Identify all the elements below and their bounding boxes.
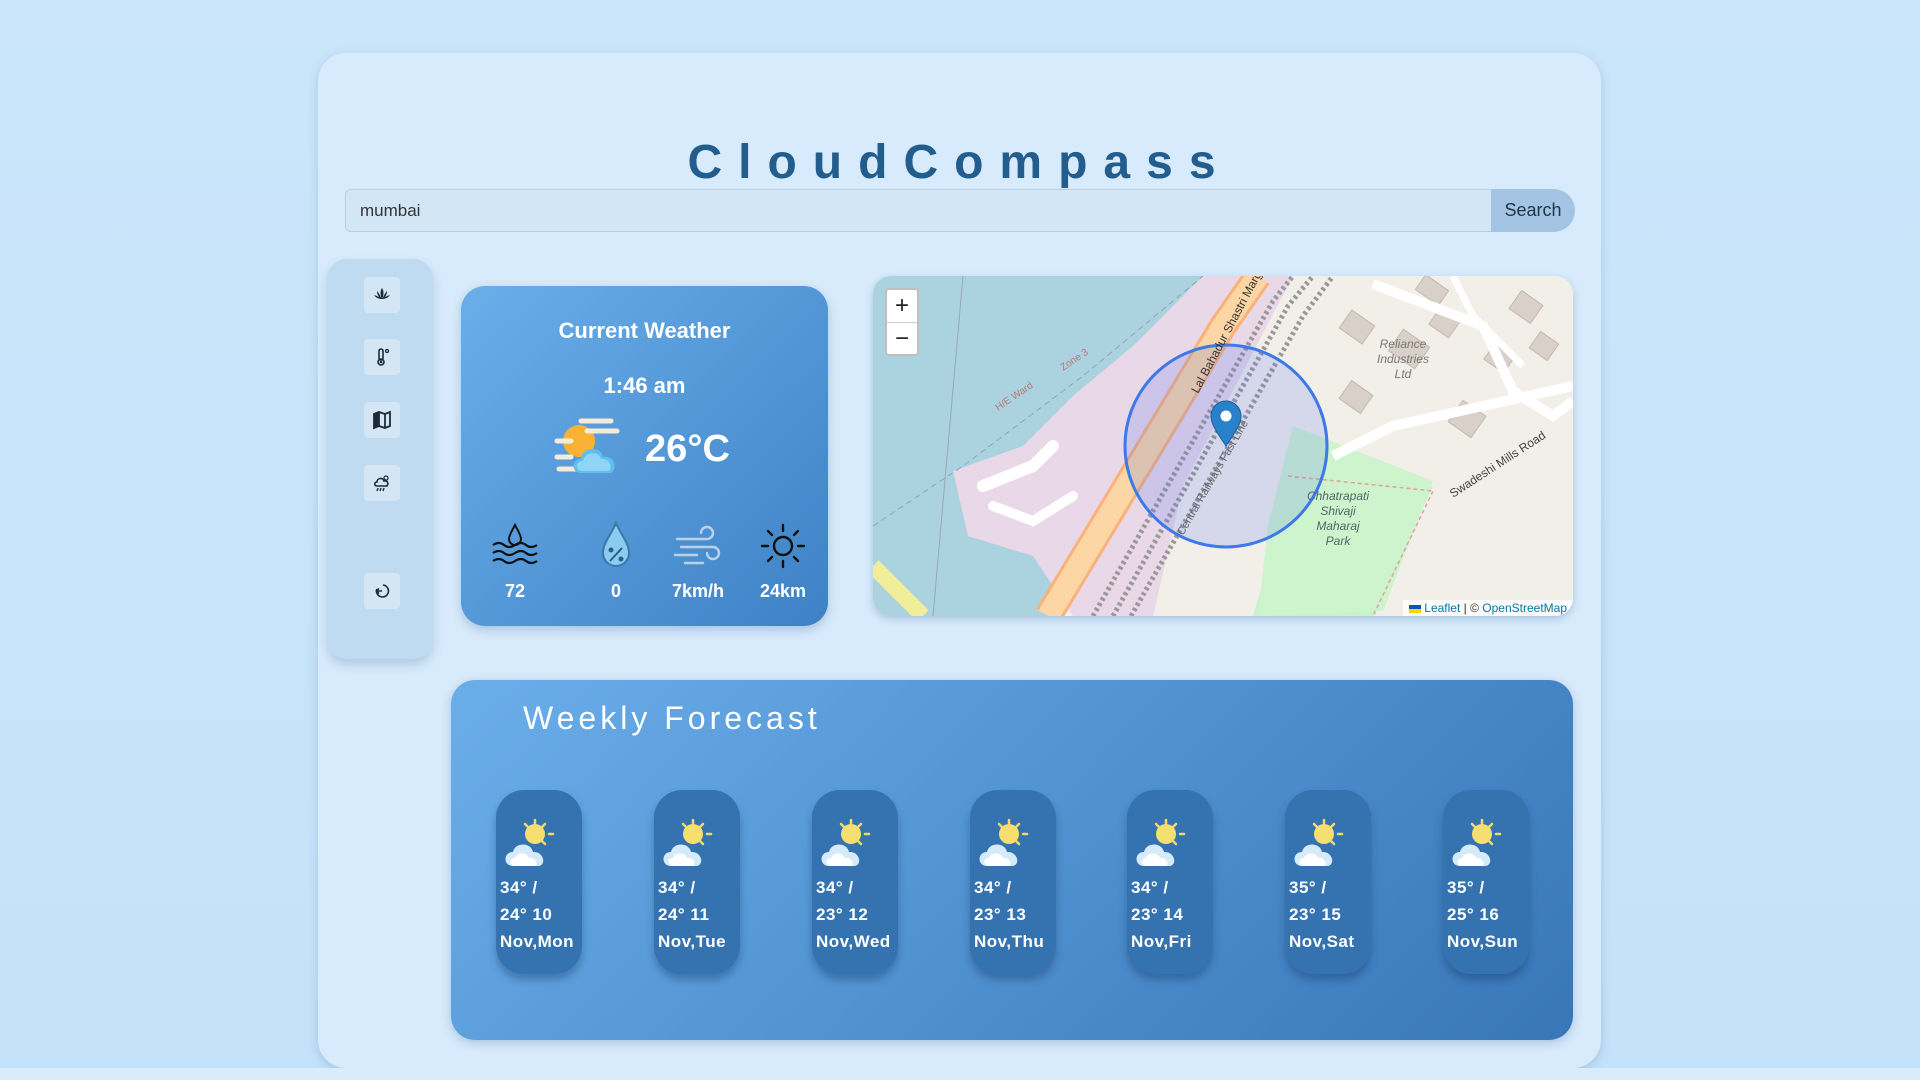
partly-cloudy-icon [1136, 818, 1186, 866]
forecast-low-date: 24° 10 [500, 905, 553, 924]
forecast-temps: 34° / [816, 878, 854, 897]
search-input[interactable] [345, 189, 1492, 232]
wind-stat: 7km/h [658, 521, 738, 602]
forecast-day-text: 34° / 23° 12 Nov,Wed [816, 874, 891, 955]
current-weather-title: Current Weather [558, 318, 731, 343]
forecast-day-card: 35° / 23° 15 Nov,Sat [1285, 790, 1371, 974]
map-tiles: Lal Bahadur Shastri Marg Central Railway… [873, 276, 1573, 616]
forecast-low-date: 23° 15 [1289, 905, 1342, 924]
forecast-day-text: 35° / 25° 16 Nov,Sun [1447, 874, 1518, 955]
forecast-day-name: Nov,Sun [1447, 932, 1519, 951]
current-time: 1:46 am [603, 373, 686, 398]
map-zoom-control: + − [885, 288, 919, 356]
wind-icon [673, 525, 721, 565]
humidity-stat: 72 [475, 521, 555, 602]
forecast-day-card: 34° / 23° 12 Nov,Wed [812, 790, 898, 974]
forecast-low-date: 23° 12 [816, 905, 869, 924]
map-attribution: Leaflet | © OpenStreetMap [1403, 600, 1573, 616]
forecast-day-card: 34° / 24° 10 Nov,Mon [496, 790, 582, 974]
page-bottom-strip [0, 1068, 1920, 1080]
partly-cloudy-icon [505, 818, 555, 866]
partly-cloudy-icon [979, 818, 1029, 866]
map-icon[interactable] [364, 402, 400, 438]
forecast-day-text: 34° / 23° 14 Nov,Fri [1131, 874, 1192, 955]
osm-link[interactable]: OpenStreetMap [1482, 601, 1567, 615]
ukraine-flag-icon [1409, 604, 1422, 613]
current-weather-card: Current Weather 1:46 am 26°C 72 0 7km/h … [461, 286, 828, 626]
forecast-day-name: Nov,Mon [500, 932, 575, 951]
visibility-stat: 24km [743, 521, 823, 602]
main-card: CloudCompass Search Current Weather 1:46… [318, 53, 1601, 1068]
zoom-out-button[interactable]: − [887, 322, 917, 354]
partly-cloudy-icon [1294, 818, 1344, 866]
forecast-low-date: 23° 14 [1131, 905, 1184, 924]
forecast-day-card: 34° / 23° 13 Nov,Thu [970, 790, 1056, 974]
current-temperature: 26°C [645, 428, 730, 470]
location-map[interactable]: Lal Bahadur Shastri Marg Central Railway… [873, 276, 1573, 616]
visibility-sun-icon [760, 523, 806, 569]
forecast-day-card: 35° / 25° 16 Nov,Sun [1443, 790, 1529, 974]
forecast-temps: 34° / [658, 878, 696, 897]
forecast-temps: 35° / [1289, 878, 1327, 897]
partly-cloudy-icon [663, 818, 713, 866]
forecast-low-date: 25° 16 [1447, 905, 1500, 924]
lotus-icon[interactable] [364, 277, 400, 313]
wind-value: 7km/h [671, 581, 725, 601]
humidity-value: 72 [504, 581, 526, 601]
forecast-temps: 34° / [1131, 878, 1169, 897]
zoom-in-button[interactable]: + [887, 290, 917, 322]
storm-cloud-icon[interactable] [364, 465, 400, 501]
search-button[interactable]: Search [1491, 189, 1575, 232]
attribution-separator: | © [1460, 601, 1483, 615]
forecast-day-card: 34° / 24° 11 Nov,Tue [654, 790, 740, 974]
logout-icon[interactable] [364, 573, 400, 609]
visibility-value: 24km [759, 581, 807, 601]
forecast-day-text: 34° / 24° 11 Nov,Tue [658, 874, 726, 955]
precipitation-value: 0 [610, 581, 621, 601]
partly-cloudy-icon [554, 418, 620, 473]
partly-cloudy-icon [1452, 818, 1502, 866]
forecast-day-card: 34° / 23° 14 Nov,Fri [1127, 790, 1213, 974]
precipitation-icon [601, 521, 631, 567]
forecast-day-name: Nov,Tue [658, 932, 727, 951]
forecast-temps: 35° / [1447, 878, 1485, 897]
precipitation-stat: 0 [576, 521, 656, 602]
forecast-day-name: Nov,Thu [974, 932, 1045, 951]
forecast-temps: 34° / [974, 878, 1012, 897]
sidebar [327, 259, 433, 659]
thermometer-icon[interactable] [364, 339, 400, 375]
forecast-day-text: 34° / 23° 13 Nov,Thu [974, 874, 1044, 955]
leaflet-link[interactable]: Leaflet [1424, 601, 1460, 615]
forecast-day-name: Nov,Fri [1131, 932, 1192, 951]
weekly-forecast-title: Weekly Forecast [523, 700, 821, 736]
weekly-forecast-panel: Weekly Forecast 34° / 24° 10 Nov,Mon 34° / 2… [451, 680, 1573, 1040]
app-title: CloudCompass [687, 136, 1232, 189]
forecast-day-text: 35° / 23° 15 Nov,Sat [1289, 874, 1355, 955]
forecast-low-date: 24° 11 [658, 905, 710, 924]
forecast-low-date: 23° 13 [974, 905, 1027, 924]
forecast-temps: 34° / [500, 878, 538, 897]
forecast-day-name: Nov,Wed [816, 932, 891, 951]
humidity-icon [492, 522, 538, 565]
forecast-day-text: 34° / 24° 10 Nov,Mon [500, 874, 574, 955]
partly-cloudy-icon [821, 818, 871, 866]
forecast-day-name: Nov,Sat [1289, 932, 1355, 951]
